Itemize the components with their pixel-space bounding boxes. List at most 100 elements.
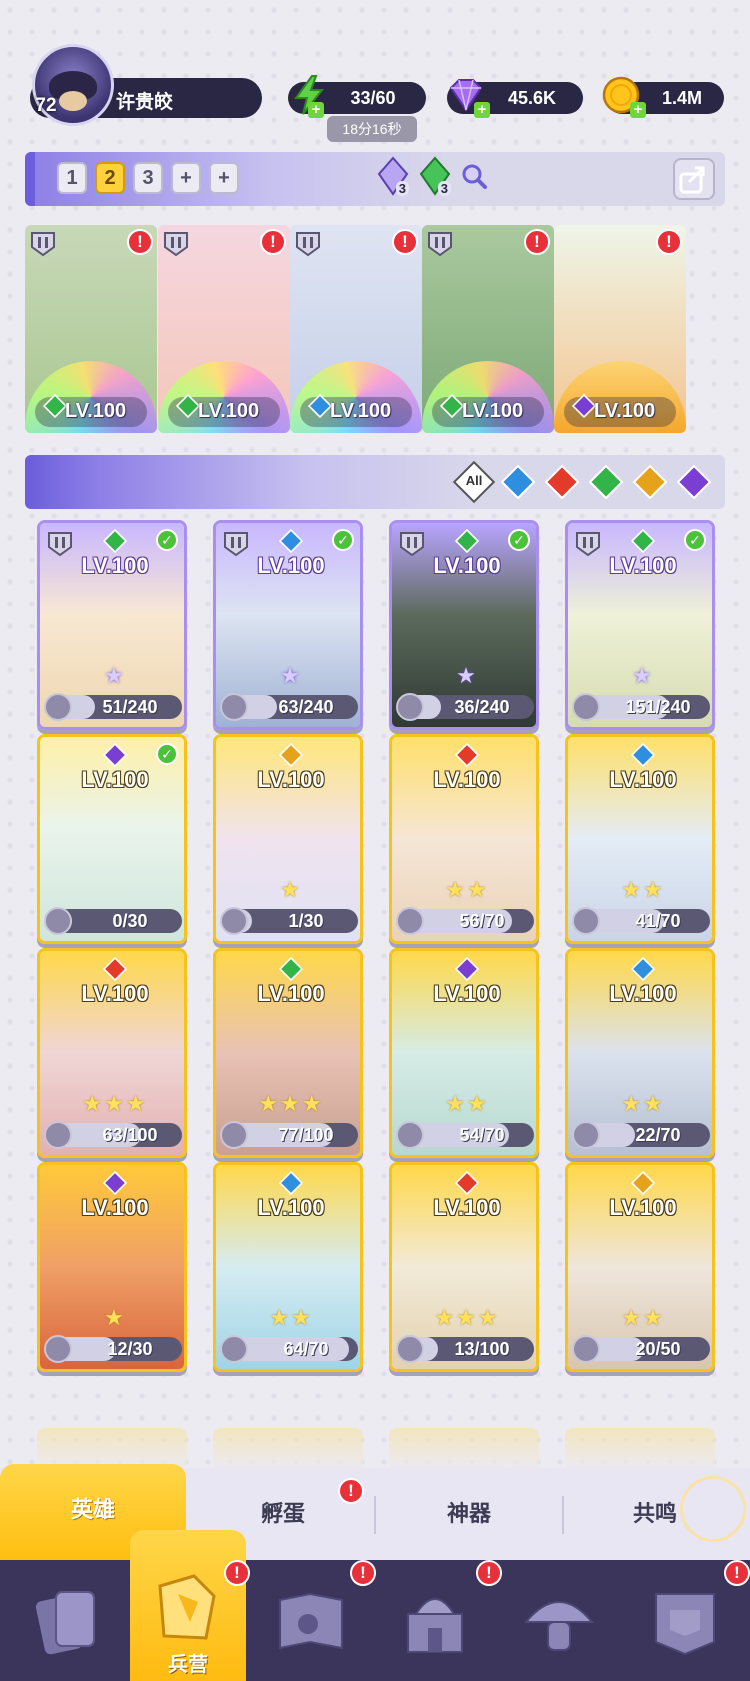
hero-card[interactable]: LV.100 ★★ 56/70 <box>389 734 539 944</box>
team-hero-card[interactable]: LV.100! <box>290 225 422 433</box>
nav-castle-icon[interactable] <box>392 1578 478 1664</box>
rank-icon <box>162 229 190 262</box>
partial-hero-card <box>37 1428 187 1468</box>
filter-dark-icon[interactable] <box>675 463 713 501</box>
hero-level: LV.100 <box>198 400 260 422</box>
alert-badge: ! <box>656 229 682 255</box>
star-rating: ★ <box>104 663 126 688</box>
player-name: 许贵皎 <box>116 92 174 113</box>
tab-artifacts[interactable]: 神器 <box>376 1468 562 1560</box>
nav-cards-icon[interactable] <box>26 1578 112 1664</box>
team-hero-card[interactable]: LV.100! <box>158 225 290 433</box>
nav-castle-badge: ! <box>476 1560 502 1586</box>
hero-card[interactable]: LV.100 ✓ ★ 36/240 <box>389 520 539 730</box>
hero-level: LV.100 <box>257 1195 325 1220</box>
partial-hero-row <box>25 1428 725 1468</box>
star-rating: ★★ <box>445 877 489 902</box>
hero-card[interactable]: LV.100 ✓ ★ 51/240 <box>37 520 187 730</box>
team-hero-row: LV.100! LV.100! LV.100! LV.100! LV.100! <box>25 225 725 433</box>
filter-fire-icon[interactable] <box>543 463 581 501</box>
wind-element-icon <box>439 393 465 423</box>
team-slot-1[interactable]: 1 <box>57 162 87 194</box>
nav-barracks-icon[interactable] <box>144 1566 230 1652</box>
team-bar: 1 2 3 + + 3 3 <box>25 152 725 206</box>
team-slot-add[interactable]: + <box>209 162 239 194</box>
shard-progress-text: 22/70 <box>635 1125 681 1145</box>
wind-element-icon <box>42 393 68 423</box>
hero-level: LV.100 <box>65 400 127 422</box>
green-crystal-count: 3 <box>437 181 451 196</box>
hero-card[interactable]: LV.100 ★★ 41/70 <box>565 734 715 944</box>
fire-element-icon <box>454 1170 480 1196</box>
shard-icon <box>572 1121 600 1149</box>
hero-card[interactable]: LV.100 ★★ 54/70 <box>389 948 539 1158</box>
filter-light-icon[interactable] <box>631 463 669 501</box>
green-crystal-icon[interactable]: 3 <box>417 156 453 196</box>
shard-progress-text: 13/100 <box>454 1339 510 1359</box>
hero-card[interactable]: LV.100 ★ 1/30 <box>213 734 363 944</box>
hero-card[interactable]: LV.100 ★★★ 63/100 <box>37 948 187 1158</box>
water-element-icon <box>278 1170 304 1196</box>
wind-element-icon <box>175 393 201 423</box>
star-rating: ★ <box>280 663 302 688</box>
share-icon <box>679 166 705 194</box>
hero-card[interactable]: LV.100 ✓ 0/30 <box>37 734 187 944</box>
filter-wind-icon[interactable] <box>587 463 625 501</box>
shard-icon <box>220 1335 248 1363</box>
check-icon: ✓ <box>156 529 178 551</box>
rank-icon <box>222 529 250 557</box>
floating-ring-button[interactable] <box>680 1476 746 1542</box>
energy-plus-icon[interactable]: + <box>308 102 324 118</box>
shard-icon <box>220 693 248 721</box>
team-slot-2[interactable]: 2 <box>95 162 125 194</box>
element-filter-bar: All <box>25 455 725 509</box>
wind-element-icon <box>278 956 304 982</box>
nav-mushroom-icon[interactable] <box>516 1578 602 1664</box>
nav-barracks-badge: ! <box>224 1560 250 1586</box>
share-button[interactable] <box>673 158 715 200</box>
purple-crystal-icon[interactable]: 3 <box>375 156 411 196</box>
team-slot-add[interactable]: + <box>171 162 201 194</box>
hero-card[interactable]: LV.100 ★ 12/30 <box>37 1162 187 1372</box>
team-slot-3[interactable]: 3 <box>133 162 163 194</box>
star-rating: ★ <box>280 877 302 902</box>
hero-card[interactable]: LV.100 ★★ 64/70 <box>213 1162 363 1372</box>
gold-plus-icon[interactable]: + <box>630 102 646 118</box>
search-icon[interactable] <box>459 161 489 191</box>
hero-card[interactable]: LV.100 ✓ ★ 151/240 <box>565 520 715 730</box>
team-hero-card[interactable]: LV.100! <box>25 225 157 433</box>
rank-icon <box>29 229 57 262</box>
gem-value: 45.6K <box>507 88 557 108</box>
alert-badge: ! <box>127 229 153 255</box>
hero-card[interactable]: LV.100 ★★★ 13/100 <box>389 1162 539 1372</box>
hero-level: LV.100 <box>330 400 392 422</box>
team-hero-card[interactable]: LV.100! <box>554 225 686 433</box>
star-rating: ★★ <box>445 1091 489 1116</box>
wind-element-icon <box>454 528 480 554</box>
hero-card[interactable]: LV.100 ★★ 22/70 <box>565 948 715 1158</box>
team-hero-card[interactable]: LV.100! <box>422 225 554 433</box>
gem-plus-icon[interactable]: + <box>474 102 490 118</box>
star-rating: ★ <box>104 1305 126 1330</box>
nav-book-icon[interactable] <box>268 1578 354 1664</box>
shard-progress-text: 63/100 <box>102 1125 158 1145</box>
shard-icon <box>572 1335 600 1363</box>
hero-card[interactable]: LV.100 ★★ 20/50 <box>565 1162 715 1372</box>
wind-element-icon <box>102 528 128 554</box>
filter-water-icon[interactable] <box>499 463 537 501</box>
fire-element-icon <box>454 742 480 768</box>
star-rating: ★★★ <box>258 1091 324 1116</box>
shard-icon <box>572 907 600 935</box>
hero-card[interactable]: LV.100 ★★★ 77/100 <box>213 948 363 1158</box>
purple-crystal-count: 3 <box>395 181 409 196</box>
shard-progress-text: 0/30 <box>112 911 148 931</box>
hero-card[interactable]: LV.100 ✓ ★ 63/240 <box>213 520 363 730</box>
nav-banner-icon[interactable] <box>642 1578 728 1664</box>
alert-badge: ! <box>392 229 418 255</box>
light-element-icon <box>630 1170 656 1196</box>
star-rating: ★★★ <box>82 1091 148 1116</box>
filter-all[interactable]: All <box>452 460 496 504</box>
shard-icon <box>572 693 600 721</box>
water-element-icon <box>630 742 656 768</box>
shard-progress-text: 64/70 <box>283 1339 329 1359</box>
